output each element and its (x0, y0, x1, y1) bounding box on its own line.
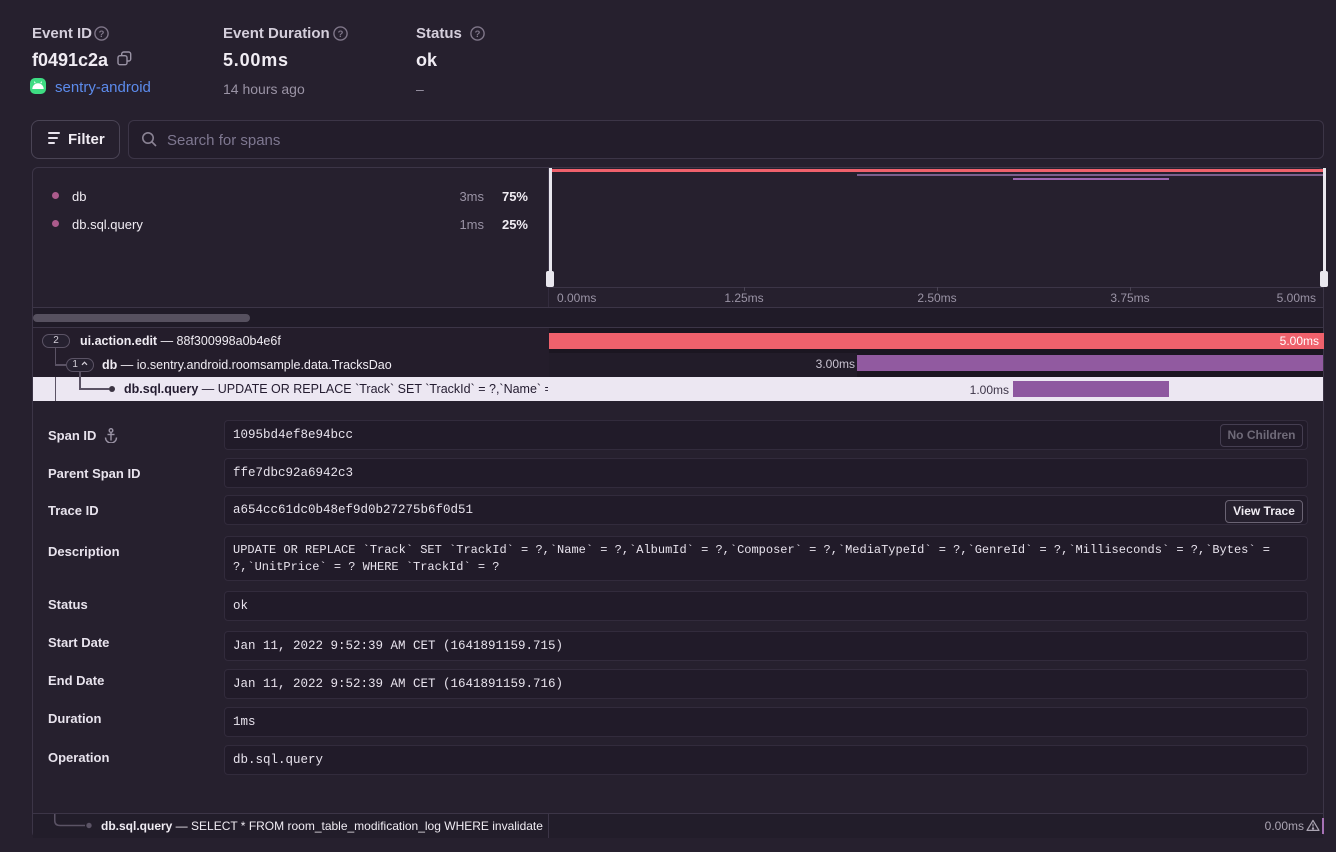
svg-text:?: ? (475, 29, 481, 40)
svg-text:?: ? (338, 29, 344, 40)
svg-text:?: ? (99, 29, 105, 40)
